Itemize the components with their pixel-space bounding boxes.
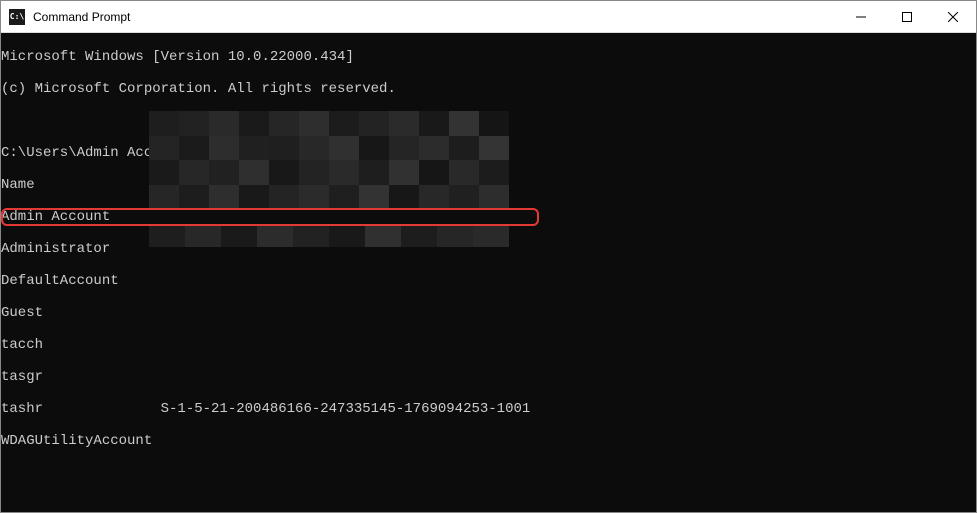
account-row: Admin Account (1, 209, 976, 225)
window-controls (838, 1, 976, 32)
account-row-highlighted: tashr S-1-5-21-200486166-247335145-17690… (1, 401, 976, 417)
account-row: tacch (1, 337, 976, 353)
banner-line-2: (c) Microsoft Corporation. All rights re… (1, 81, 976, 97)
cmd-icon: C:\ (9, 9, 25, 25)
minimize-icon (856, 12, 866, 22)
banner-line-1: Microsoft Windows [Version 10.0.22000.43… (1, 49, 976, 65)
account-row: DefaultAccount (1, 273, 976, 289)
minimize-button[interactable] (838, 1, 884, 32)
redacted-region (149, 111, 509, 209)
blank-line (1, 497, 976, 512)
account-row: WDAGUtilityAccount (1, 433, 976, 449)
close-icon (948, 12, 958, 22)
terminal-area[interactable]: Microsoft Windows [Version 10.0.22000.43… (1, 33, 976, 512)
maximize-button[interactable] (884, 1, 930, 32)
window-title: Command Prompt (33, 10, 838, 24)
close-button[interactable] (930, 1, 976, 32)
command-prompt-window: C:\ Command Prompt Microsoft Windows [Ve… (0, 0, 977, 513)
redacted-region (149, 226, 509, 247)
blank-line (1, 465, 976, 481)
maximize-icon (902, 12, 912, 22)
account-row: Guest (1, 305, 976, 321)
titlebar[interactable]: C:\ Command Prompt (1, 1, 976, 33)
account-row: tasgr (1, 369, 976, 385)
